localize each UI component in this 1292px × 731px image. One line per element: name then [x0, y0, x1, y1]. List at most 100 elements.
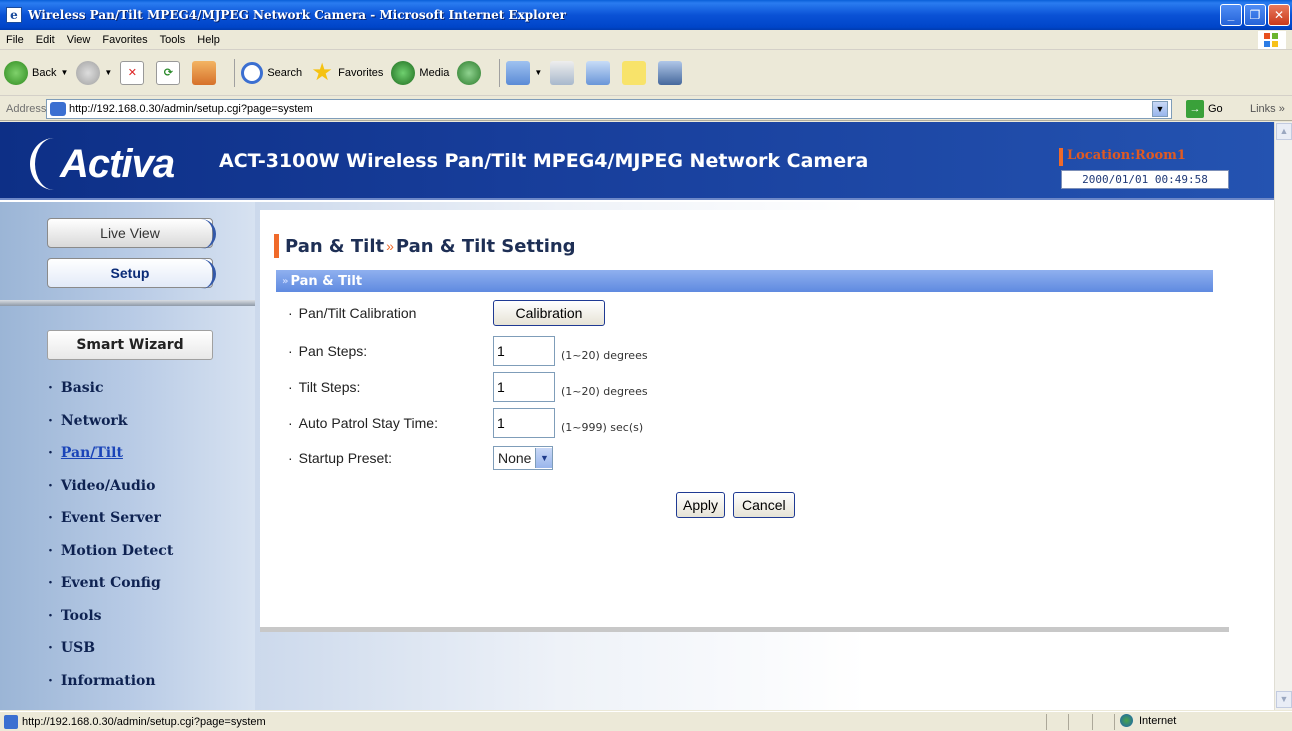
menu-file[interactable]: File — [0, 34, 30, 46]
menubar: File Edit View Favorites Tools Help — [0, 30, 1292, 50]
menu-view[interactable]: View — [61, 34, 97, 46]
status-url-wrap: http://192.168.0.30/admin/setup.cgi?page… — [0, 714, 266, 729]
menu-tools[interactable]: Tools — [154, 34, 192, 46]
sidebar-item-label: Information — [60, 672, 156, 689]
chevron-down-icon: ▼ — [535, 448, 553, 468]
forward-button[interactable]: ▼ — [76, 60, 113, 85]
discuss-button[interactable] — [622, 60, 650, 85]
back-button[interactable]: Back ▼ — [4, 60, 69, 85]
mail-button[interactable]: ▼ — [506, 60, 542, 85]
sidebar-item-usb[interactable]: · USB — [48, 632, 173, 665]
sidebar-item-basic[interactable]: · Basic — [48, 372, 173, 405]
pan-steps-label-text: Pan Steps: — [298, 343, 368, 359]
live-view-button[interactable]: Live View — [47, 218, 216, 249]
sidebar-item-motion-detect[interactable]: · Motion Detect — [48, 535, 173, 568]
home-icon — [192, 60, 217, 85]
search-button[interactable]: Search — [241, 61, 302, 84]
setup-nav-list: · Basic · Network · Pan/Tilt · Video/Audio ·… — [48, 372, 173, 697]
address-dropdown-icon[interactable]: ▼ — [1152, 101, 1168, 117]
chevron-down-icon: ▼ — [104, 68, 113, 77]
refresh-button[interactable]: ⟳ — [156, 60, 184, 85]
address-bar: Address http://192.168.0.30/admin/setup.… — [0, 97, 1292, 121]
status-url: http://192.168.0.30/admin/setup.cgi?page… — [22, 715, 266, 728]
menu-favorites[interactable]: Favorites — [96, 34, 153, 46]
page-viewport: Activa ACT-3100W Wireless Pan/Tilt MPEG4… — [0, 122, 1274, 710]
setup-button[interactable]: Setup — [47, 258, 216, 289]
links-button[interactable]: Links » — [1250, 103, 1285, 115]
patrol-time-label-text: Auto Patrol Stay Time: — [298, 415, 438, 431]
ie-page-icon: e — [6, 7, 22, 23]
scroll-up-icon[interactable]: ▲ — [1276, 123, 1292, 140]
sidebar-item-tools[interactable]: · Tools — [48, 600, 173, 633]
smart-wizard-button[interactable]: Smart Wizard — [47, 330, 213, 360]
home-button[interactable] — [192, 60, 220, 85]
back-arrow-icon — [4, 60, 28, 85]
go-arrow-icon: → — [1186, 100, 1204, 118]
window-titlebar[interactable]: e Wireless Pan/Tilt MPEG4/MJPEG Network … — [0, 0, 1292, 30]
sidebar-item-network[interactable]: · Network — [48, 405, 173, 438]
refresh-icon: ⟳ — [156, 60, 181, 85]
status-divider — [1114, 714, 1115, 730]
stop-icon: ✕ — [120, 60, 145, 85]
ie-page-icon — [4, 714, 18, 729]
sidebar-item-label: Event Config — [60, 575, 161, 592]
status-divider — [1092, 714, 1093, 730]
startup-preset-label-text: Startup Preset: — [298, 450, 393, 466]
tilt-steps-row: ·Tilt Steps: (1~20) degrees — [288, 372, 648, 402]
pan-steps-unit: (1~20) degrees — [561, 348, 648, 362]
sidebar-item-label: Basic — [60, 380, 104, 397]
go-button[interactable]: → Go — [1186, 100, 1223, 118]
close-button[interactable]: ✕ — [1268, 4, 1290, 26]
header-banner: Activa ACT-3100W Wireless Pan/Tilt MPEG4… — [0, 122, 1274, 200]
button-curve-icon — [198, 219, 216, 249]
activa-logo: Activa — [24, 136, 204, 190]
heading-accent-bar — [274, 234, 279, 258]
section-title: Pan & Tilt — [290, 273, 363, 289]
startup-preset-row: · Startup Preset: None ▼ — [288, 446, 554, 470]
chevron-down-icon: ▼ — [60, 68, 69, 77]
minimize-button[interactable]: _ — [1220, 4, 1242, 26]
setup-label: Setup — [110, 265, 150, 281]
tilt-steps-label-text: Tilt Steps: — [298, 379, 361, 395]
menu-edit[interactable]: Edit — [30, 34, 61, 46]
media-icon — [391, 60, 416, 85]
sidebar-item-event-server[interactable]: · Event Server — [48, 502, 173, 535]
menu-help[interactable]: Help — [191, 34, 226, 46]
sidebar-item-information[interactable]: · Information — [48, 665, 173, 698]
history-button[interactable] — [457, 60, 485, 85]
cancel-button[interactable]: Cancel — [733, 492, 795, 518]
tilt-steps-input[interactable] — [493, 372, 555, 402]
section-header: » Pan & Tilt — [276, 270, 1213, 292]
pan-steps-row: ·Pan Steps: (1~20) degrees — [288, 336, 648, 366]
back-label: Back — [32, 66, 57, 79]
vertical-scrollbar[interactable]: ▲ ▼ — [1274, 122, 1292, 710]
pan-steps-input[interactable] — [493, 336, 555, 366]
star-icon: ★ — [311, 58, 333, 86]
location-label: Location:Room1 — [1067, 148, 1186, 163]
scroll-down-icon[interactable]: ▼ — [1276, 691, 1292, 708]
messenger-button[interactable] — [658, 60, 686, 85]
stop-button[interactable]: ✕ — [120, 60, 148, 85]
startup-preset-label: · Startup Preset: — [288, 450, 393, 466]
maximize-button[interactable]: ❐ — [1244, 4, 1266, 26]
edit-button[interactable] — [586, 60, 614, 85]
sidebar-item-event-config[interactable]: · Event Config — [48, 567, 173, 600]
print-button[interactable] — [550, 60, 578, 85]
status-divider — [1046, 714, 1047, 730]
breadcrumb-separator-icon: » — [386, 238, 394, 254]
page-title: ACT-3100W Wireless Pan/Tilt MPEG4/MJPEG … — [219, 150, 869, 172]
chevron-right-icon: » — [282, 275, 289, 287]
address-label: Address — [6, 102, 47, 115]
pan-steps-label: · Pan Steps: — [288, 343, 368, 359]
patrol-time-row: ·Auto Patrol Stay Time: (1~999) sec(s) — [288, 408, 643, 438]
favorites-button[interactable]: ★ Favorites — [310, 58, 383, 86]
patrol-time-input[interactable] — [493, 408, 555, 438]
apply-button[interactable]: Apply — [676, 492, 726, 518]
calibration-button[interactable]: Calibration — [493, 300, 605, 326]
startup-preset-select[interactable]: None ▼ — [493, 446, 554, 470]
media-label: Media — [419, 66, 450, 79]
address-input[interactable]: http://192.168.0.30/admin/setup.cgi?page… — [46, 99, 1172, 119]
media-button[interactable]: Media — [391, 60, 450, 85]
sidebar-item-video-audio[interactable]: · Video/Audio — [48, 470, 173, 503]
sidebar-item-pan-tilt[interactable]: · Pan/Tilt — [48, 437, 173, 470]
